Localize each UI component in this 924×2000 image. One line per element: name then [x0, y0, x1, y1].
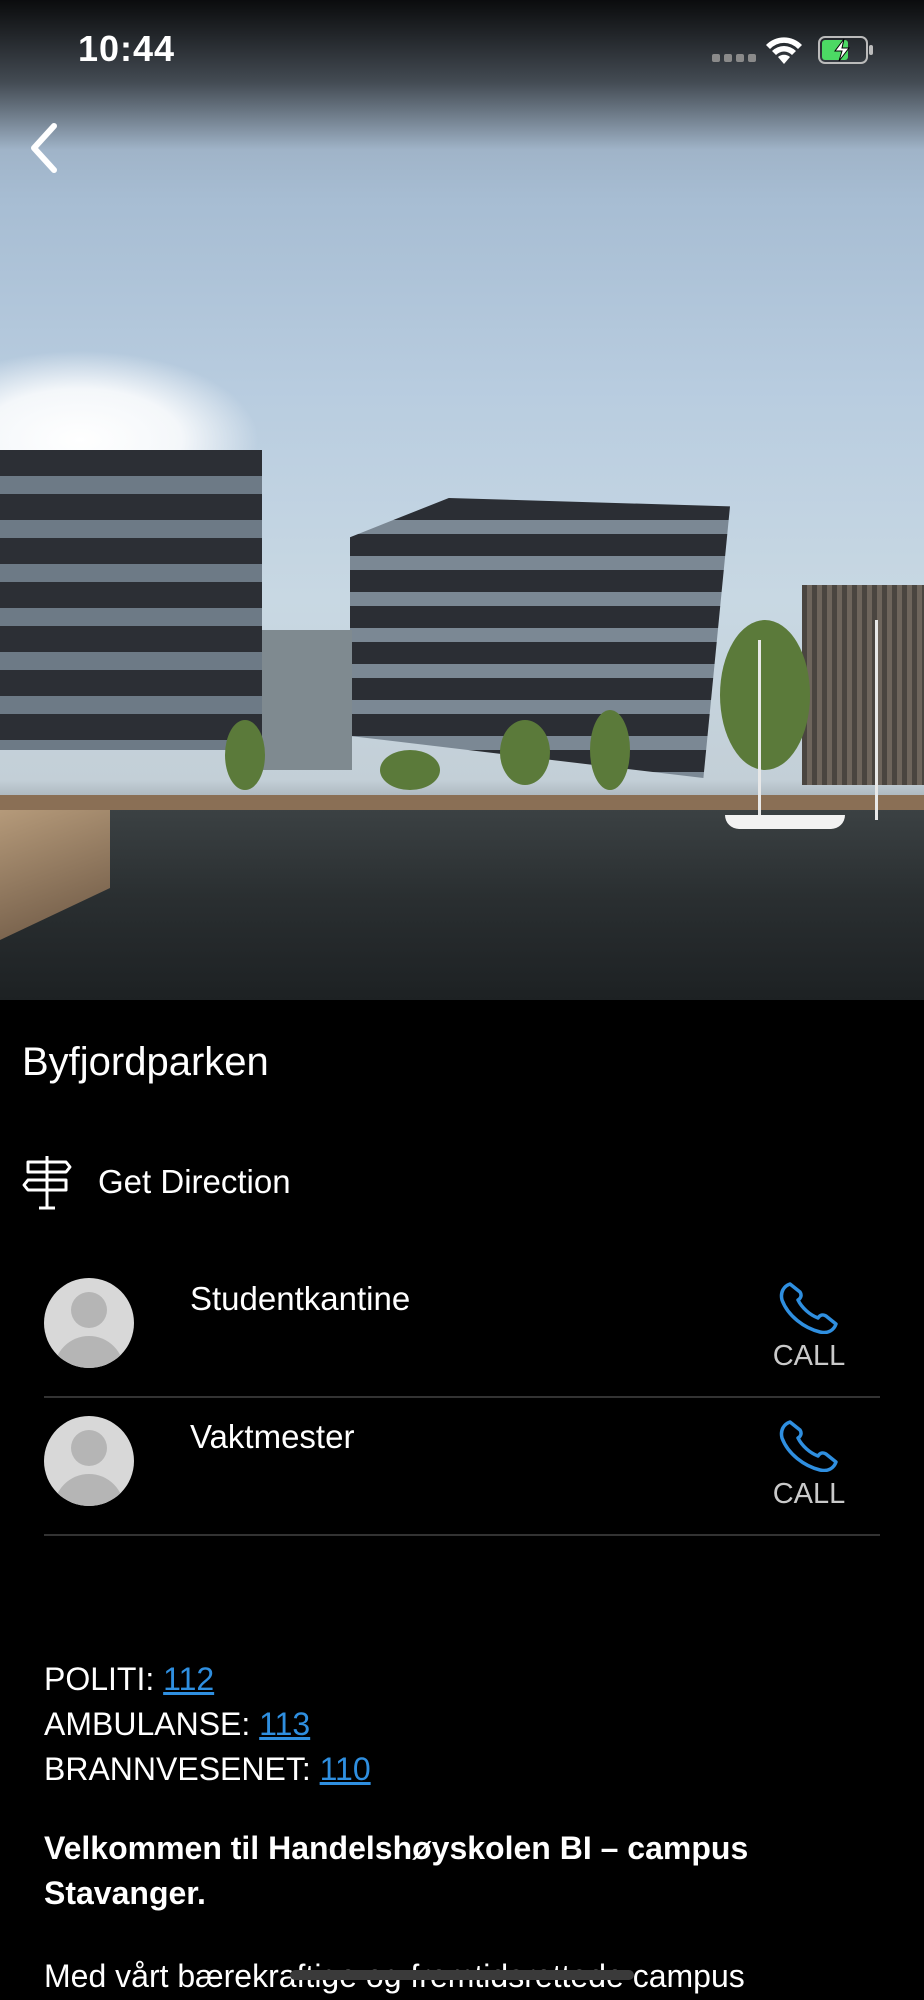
emergency-numbers: POLITI: 112 AMBULANSE: 113 BRANNVESENET:…	[44, 1657, 371, 1792]
call-label: CALL	[772, 1478, 846, 1510]
fire-number-link[interactable]: 110	[320, 1751, 371, 1787]
call-label: CALL	[772, 1340, 846, 1372]
water	[0, 810, 924, 1000]
battery-charging-icon	[818, 36, 873, 64]
sailboat	[725, 815, 845, 829]
avatar	[44, 1416, 134, 1506]
welcome-heading: Velkommen til Handelshøyskolen BI – camp…	[44, 1830, 749, 1911]
status-time: 10:44	[78, 28, 176, 69]
get-direction-label: Get Direction	[98, 1163, 291, 1200]
signpost-icon	[22, 1156, 72, 1210]
emergency-line-ambulance: AMBULANSE: 113	[44, 1706, 311, 1742]
back-chevron-icon[interactable]	[20, 118, 70, 178]
get-direction-button[interactable]: Get Direction	[22, 1150, 422, 1214]
contact-row: Vaktmester CALL	[44, 1398, 880, 1536]
police-number-link[interactable]: 112	[163, 1661, 214, 1697]
contact-name: Vaktmester	[190, 1418, 355, 1455]
tree	[380, 750, 440, 790]
hero-image	[0, 0, 924, 1000]
emergency-line-fire: BRANNVESENET: 110	[44, 1751, 371, 1787]
sailboat	[758, 640, 761, 820]
tree	[590, 710, 630, 790]
tree	[225, 720, 265, 790]
contact-row: Studentkantine CALL	[44, 1260, 880, 1398]
emergency-line-police: POLITI: 112	[44, 1661, 215, 1697]
building-right	[802, 585, 924, 785]
contact-name: Studentkantine	[190, 1280, 411, 1317]
tree	[500, 720, 550, 785]
status-bar-shade	[0, 0, 924, 150]
call-button[interactable]: CALL	[766, 1418, 852, 1518]
building-left	[0, 450, 262, 750]
phone-icon	[779, 1282, 838, 1334]
sailboat	[875, 620, 878, 820]
tree	[720, 620, 810, 770]
cellular-signal-icon	[712, 54, 756, 62]
page-title: Byfjordparken	[22, 1040, 269, 1084]
avatar	[44, 1278, 134, 1368]
phone-icon	[779, 1420, 838, 1472]
call-button[interactable]: CALL	[766, 1280, 852, 1380]
wifi-icon	[766, 37, 802, 64]
building-low	[262, 630, 352, 770]
home-indicator[interactable]	[290, 1970, 634, 1980]
ambulance-number-link[interactable]: 113	[259, 1706, 310, 1742]
